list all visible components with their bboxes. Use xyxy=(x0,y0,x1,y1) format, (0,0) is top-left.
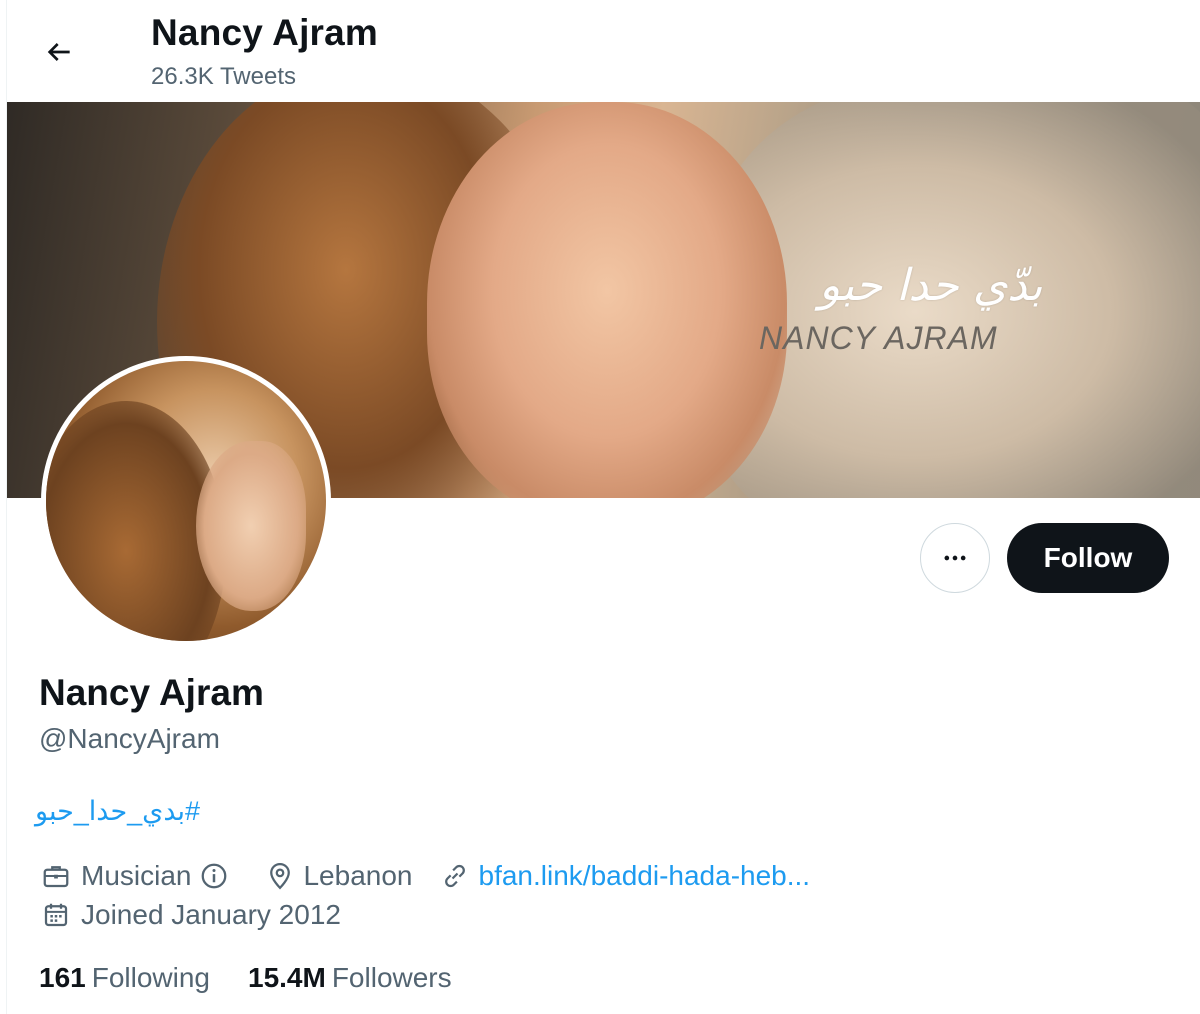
location-item: Lebanon xyxy=(265,860,413,892)
join-date-text: Joined January 2012 xyxy=(81,899,341,930)
profile-meta: Musician Lebanon bfan.link/baddi-hada-he… xyxy=(39,856,810,896)
followers-count: 15.4M xyxy=(248,962,326,993)
category-text: Musician xyxy=(81,860,192,891)
banner-arabic-title: بدّي حدا حبو xyxy=(819,260,1043,311)
follow-stats: 161 Following 15.4M Followers xyxy=(39,958,452,998)
user-handle: @NancyAjram xyxy=(39,723,220,754)
top-bar: Nancy Ajram 26.3K Tweets xyxy=(7,0,1200,102)
bio-hashtag-link[interactable]: #بدي_حدا_حبو xyxy=(35,796,200,827)
more-horizontal-icon xyxy=(944,555,966,561)
more-options-button[interactable] xyxy=(920,523,990,593)
avatar[interactable] xyxy=(41,356,331,646)
following-count: 161 xyxy=(39,962,86,993)
banner-photo-face xyxy=(427,102,787,498)
following-label: Following xyxy=(91,962,210,993)
website-item: bfan.link/baddi-hada-heb... xyxy=(439,860,811,892)
followers-link[interactable]: 15.4M Followers xyxy=(248,962,452,994)
following-link[interactable]: 161 Following xyxy=(39,962,210,994)
back-button[interactable] xyxy=(35,28,83,76)
briefcase-icon xyxy=(43,866,69,888)
avatar-photo-face xyxy=(196,441,306,611)
join-date-item: Joined January 2012 xyxy=(39,899,341,931)
profile-page: Nancy Ajram 26.3K Tweets بدّي حدا حبو NA… xyxy=(6,0,1200,1014)
header-title: Nancy Ajram xyxy=(151,12,379,53)
display-name: Nancy Ajram xyxy=(39,672,264,713)
tweet-count: 26.3K Tweets xyxy=(151,63,296,90)
follow-button[interactable]: Follow xyxy=(1007,523,1169,593)
arrow-left-icon xyxy=(47,43,70,61)
followers-label: Followers xyxy=(331,962,452,993)
category-item: Musician xyxy=(39,860,239,892)
info-icon[interactable] xyxy=(197,861,231,891)
location-text: Lebanon xyxy=(303,860,413,891)
website-link[interactable]: bfan.link/baddi-hada-heb... xyxy=(479,860,811,892)
calendar-icon xyxy=(44,903,68,927)
banner-artist-name: NANCY AJRAM xyxy=(759,320,998,356)
join-date-row: Joined January 2012 xyxy=(39,895,341,935)
location-pin-icon xyxy=(270,862,291,890)
link-icon xyxy=(444,864,465,888)
